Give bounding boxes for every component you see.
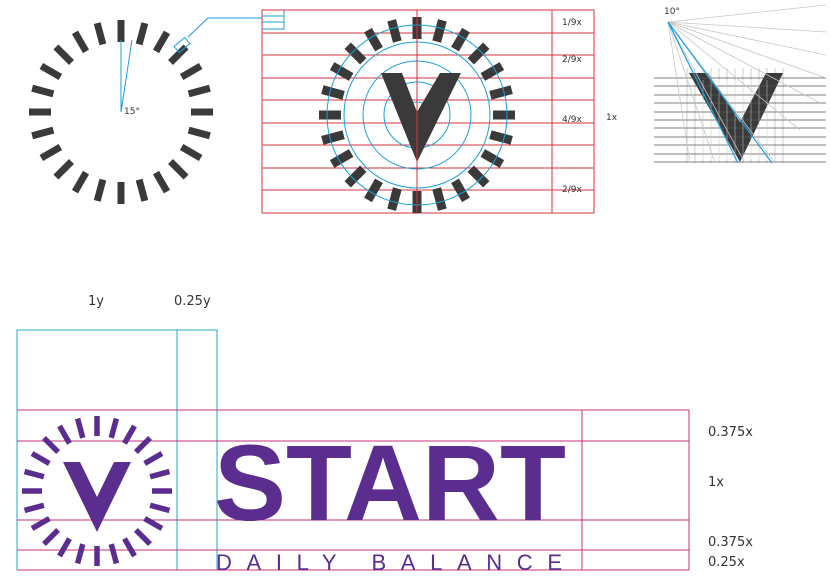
- ring2-tick: [329, 62, 354, 81]
- spacing-box: [176, 329, 218, 571]
- ring2-tick: [432, 187, 447, 211]
- ring3-tick: [122, 537, 137, 558]
- angle-ray-tilted: [120, 39, 133, 113]
- ring1-tick: [71, 30, 90, 54]
- ring1-tick: [39, 62, 63, 81]
- top-label-025y: 0.25y: [174, 294, 211, 309]
- symbol-box: [16, 329, 178, 571]
- ring2-tick: [387, 19, 402, 43]
- ring3-tick: [143, 451, 164, 466]
- ring1-tick: [71, 170, 90, 194]
- ring2-tick: [480, 62, 505, 81]
- magnifier-icon: [173, 17, 209, 54]
- angle-grid-diagram: 10°: [654, 4, 827, 164]
- ring2-tick: [489, 130, 513, 145]
- tagline: DAILY BALANCE: [216, 550, 562, 575]
- v-mark: [381, 73, 461, 162]
- tick-ring-logo: [22, 416, 172, 566]
- ring2-tick: [432, 19, 447, 43]
- ring1-tick: [31, 126, 55, 140]
- ring3-tick: [149, 468, 171, 480]
- ring2-tick: [321, 85, 345, 100]
- ring2-tick: [344, 165, 367, 188]
- ring1-tick: [152, 170, 171, 194]
- ring1-tick: [135, 22, 149, 46]
- construction-diagram: 15° 1/9x 2/9x 4/9x 2/9x 1x 10° 1y 0.25y: [16, 4, 827, 575]
- ring3-tick: [42, 527, 61, 546]
- ring2-tick: [364, 178, 383, 203]
- ring1-tick: [93, 22, 107, 46]
- ring2-tick: [467, 42, 490, 65]
- row-label-1: 1/9x: [562, 18, 582, 28]
- ring1-tick: [53, 44, 74, 65]
- ring2-tick: [451, 178, 470, 203]
- scale-box: [261, 9, 285, 30]
- ring3-tick: [74, 543, 86, 565]
- ring3-tick: [23, 468, 45, 480]
- ring1-tick: [53, 159, 74, 180]
- ring1-tick: [135, 178, 149, 202]
- angle-label-15: 15°: [124, 107, 140, 117]
- right-label-0375x-top: 0.375x: [708, 425, 753, 440]
- row-label-4: 2/9x: [562, 185, 582, 195]
- row-label-3: 4/9x: [562, 115, 582, 125]
- ring1-tick: [93, 178, 107, 202]
- top-label-1y: 1y: [88, 294, 104, 309]
- ring3-tick: [108, 417, 120, 439]
- row-label-2: 2/9x: [562, 55, 582, 65]
- ring2-tick: [489, 85, 513, 100]
- v-mark-logo: [63, 462, 131, 532]
- ring2-tick: [387, 187, 402, 211]
- ring2-tick: [480, 149, 505, 168]
- right-label-025x: 0.25x: [708, 555, 745, 570]
- ring1-tick: [187, 84, 211, 98]
- ring1-tick: [179, 62, 203, 81]
- ring3-tick: [149, 502, 171, 514]
- ring3-tick: [74, 417, 86, 439]
- ring3-tick: [57, 537, 72, 558]
- grid-construction-diagram: 1/9x 2/9x 4/9x 2/9x 1x: [208, 9, 618, 214]
- angle-label-10: 10°: [664, 7, 680, 17]
- side-label-1x: 1x: [606, 113, 618, 123]
- ring2-tick: [321, 130, 345, 145]
- ring1-tick: [39, 143, 63, 162]
- ring1-tick: [179, 143, 203, 162]
- right-label-1x: 1x: [708, 475, 724, 490]
- ring3-tick: [30, 451, 51, 466]
- ring1-tick: [168, 159, 189, 180]
- ring2-tick: [329, 149, 354, 168]
- ring1-tick: [31, 84, 55, 98]
- ring3-tick: [108, 543, 120, 565]
- ring1-tick: [152, 30, 171, 54]
- logo-lockup: 1y 0.25y START DAILY BALANCE 0.375x 1x 0…: [16, 294, 753, 575]
- ring3-tick: [133, 527, 152, 546]
- ring3-tick: [23, 502, 45, 514]
- right-label-0375x-bottom: 0.375x: [708, 535, 753, 550]
- ring3-tick: [42, 436, 61, 455]
- ring1-tick: [187, 126, 211, 140]
- ring2-tick: [344, 42, 367, 65]
- ring3-tick: [133, 436, 152, 455]
- wordmark: START: [214, 422, 566, 543]
- ring2-tick: [467, 165, 490, 188]
